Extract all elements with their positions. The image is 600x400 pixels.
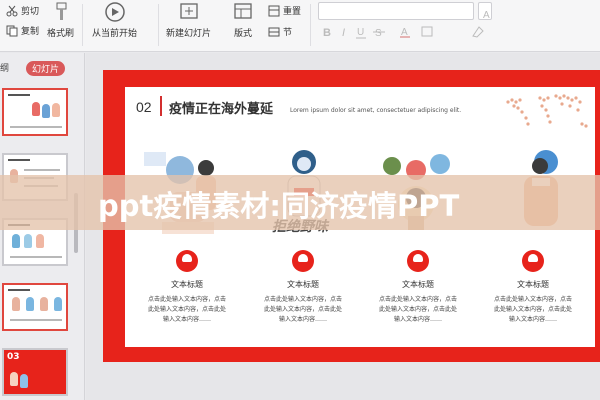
reset-button[interactable]: 重置: [268, 4, 301, 17]
feature-label-2: 文本标题: [287, 280, 319, 289]
svg-text:A: A: [483, 10, 490, 21]
layout-icon: [234, 3, 252, 19]
divider: [158, 4, 159, 46]
new-slide-icon: [179, 3, 198, 19]
watermark-text: ppt疫情素材:同济疫情PPT: [98, 189, 460, 223]
new-slide-button[interactable]: 新建幻灯片: [166, 2, 211, 39]
strikethrough-icon[interactable]: S: [372, 24, 388, 40]
feature-body-1: 点击此处输入文本内容，点击此处输入文本内容，点击此处输入文本内容……: [148, 296, 227, 323]
feature-icon-4: [522, 250, 544, 272]
svg-text:I: I: [342, 27, 345, 39]
thumb-badge: 03: [7, 352, 20, 362]
underline-icon[interactable]: U: [354, 24, 370, 40]
feature-label-3: 文本标题: [402, 280, 434, 289]
slide-thumbnail-5[interactable]: 03: [2, 348, 68, 396]
scissors-icon: [6, 5, 18, 16]
highlight-icon[interactable]: [420, 24, 436, 40]
world-map-graphic: [506, 94, 588, 128]
slide-thumbnail-4[interactable]: [2, 283, 68, 331]
font-name-select[interactable]: [318, 2, 474, 20]
new-slide-label: 新建幻灯片: [166, 29, 212, 39]
feature-body-2: 点击此处输入文本内容，点击此处输入文本内容，点击此处输入文本内容……: [264, 296, 343, 323]
copy-label: 复制: [21, 27, 40, 37]
feature-icon-3: [407, 250, 429, 272]
from-current-button[interactable]: 从当前开始: [92, 2, 137, 39]
slide-thumbnail-1[interactable]: [2, 88, 68, 136]
play-circle-icon: [104, 2, 125, 22]
feature-icon-2: [292, 250, 314, 272]
slide-number: 02: [136, 99, 152, 115]
title-divider: [160, 96, 162, 116]
feature-label-4: 文本标题: [517, 280, 549, 289]
format-painter-label: 格式刷: [47, 29, 75, 39]
copy-button[interactable]: 复制: [6, 24, 39, 37]
app-window: 剪切 复制 格式刷 从当前开始 新建幻灯片 版式 重置 节 B I U S A …: [0, 0, 600, 400]
feature-label-1: 文本标题: [171, 280, 203, 289]
italic-icon[interactable]: I: [338, 24, 354, 40]
reset-label: 重置: [283, 7, 302, 17]
section-label: 节: [283, 28, 293, 38]
ribbon-toolbar: 剪切 复制 格式刷 从当前开始 新建幻灯片 版式 重置 节 B I U S A …: [0, 0, 600, 52]
increase-font-icon[interactable]: A: [482, 6, 498, 22]
feature-body-4: 点击此处输入文本内容，点击此处输入文本内容，点击此处输入文本内容……: [494, 296, 573, 323]
feature-icon-1: [176, 250, 198, 272]
layout-button[interactable]: 版式: [232, 2, 254, 39]
cut-label: 剪切: [21, 7, 40, 17]
from-current-label: 从当前开始: [92, 29, 138, 39]
divider: [310, 4, 311, 46]
format-painter-button[interactable]: 格式刷: [47, 2, 74, 39]
divider: [82, 4, 83, 46]
cut-button[interactable]: 剪切: [6, 4, 39, 17]
clear-format-icon[interactable]: [470, 24, 486, 40]
slide-subtitle: Lorem ipsum dolor sit amet, consectetuer…: [290, 107, 462, 114]
tab-outline[interactable]: 纲: [0, 61, 9, 74]
svg-text:B: B: [323, 27, 331, 39]
font-color-icon[interactable]: A: [398, 24, 414, 40]
feature-body-3: 点击此处输入文本内容，点击此处输入文本内容，点击此处输入文本内容……: [379, 296, 458, 323]
section-icon: [268, 27, 280, 36]
bold-icon[interactable]: B: [320, 24, 336, 40]
section-button[interactable]: 节: [268, 25, 292, 38]
slide-title: 疫情正在海外蔓延: [169, 102, 274, 117]
copy-icon: [6, 25, 18, 36]
reset-icon: [268, 5, 280, 16]
paintbrush-icon: [56, 2, 66, 20]
layout-label: 版式: [233, 29, 252, 39]
svg-text:U: U: [357, 27, 364, 38]
tab-slides[interactable]: 幻灯片: [26, 61, 66, 76]
svg-text:S: S: [375, 28, 382, 39]
